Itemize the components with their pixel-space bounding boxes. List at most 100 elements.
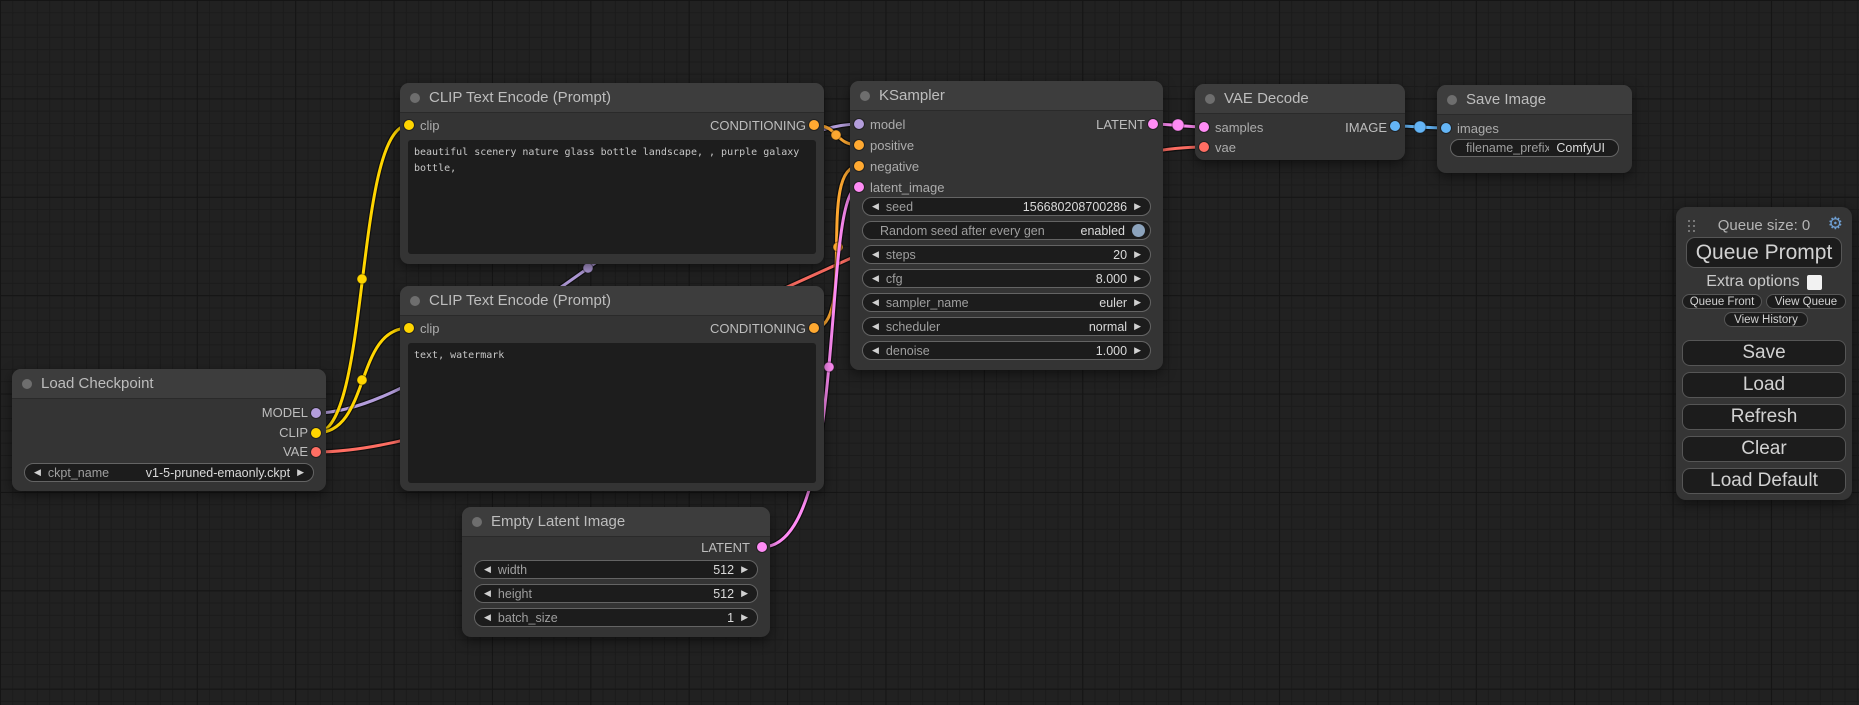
input-port-clip[interactable] — [404, 323, 414, 333]
link-clip-to-negative-prompt[interactable] — [316, 328, 409, 433]
decrement-arrow-icon[interactable]: ◀ — [872, 322, 879, 331]
node-title-bar[interactable]: Load Checkpoint — [12, 369, 326, 399]
output-port-image[interactable] — [1390, 121, 1400, 131]
decrement-arrow-icon[interactable]: ◀ — [872, 250, 879, 259]
output-port-model[interactable] — [311, 408, 321, 418]
decrement-arrow-icon[interactable]: ◀ — [484, 613, 491, 622]
queue-front-button[interactable]: Queue Front — [1682, 294, 1762, 309]
input-port-vae[interactable] — [1199, 142, 1209, 152]
input-port-samples[interactable] — [1199, 122, 1209, 132]
node-vae-decode[interactable]: VAE Decode samples vae IMAGE — [1195, 84, 1405, 160]
link-midpoint-dot[interactable] — [357, 274, 367, 284]
output-port-vae[interactable] — [311, 447, 321, 457]
output-port-latent[interactable] — [1148, 119, 1158, 129]
widget-width[interactable]: ◀ width 512 ▶ — [474, 560, 758, 579]
increment-arrow-icon[interactable]: ▶ — [1134, 202, 1141, 211]
output-label-conditioning: CONDITIONING — [710, 118, 806, 133]
output-port-clip[interactable] — [311, 428, 321, 438]
decrement-arrow-icon[interactable]: ◀ — [872, 202, 879, 211]
increment-arrow-icon[interactable]: ▶ — [1134, 274, 1141, 283]
input-label-negative: negative — [870, 159, 919, 174]
prompt-text-input[interactable]: beautiful scenery nature glass bottle la… — [408, 140, 816, 254]
link-midpoint-dot[interactable] — [831, 130, 841, 140]
collapse-dot-icon[interactable] — [410, 93, 420, 103]
input-port-latent-image[interactable] — [854, 182, 864, 192]
node-title-bar[interactable]: CLIP Text Encode (Prompt) — [400, 83, 824, 113]
output-port-latent[interactable] — [757, 542, 767, 552]
link-midpoint-dot[interactable] — [583, 263, 593, 273]
link-midpoint-dot[interactable] — [1172, 119, 1184, 131]
queue-menu-panel[interactable]: Queue size: 0 ⚙ Queue Prompt Extra optio… — [1676, 207, 1852, 500]
increment-arrow-icon[interactable]: ▶ — [1134, 250, 1141, 259]
node-title-bar[interactable]: Save Image — [1437, 85, 1632, 115]
collapse-dot-icon[interactable] — [410, 296, 420, 306]
node-title-bar[interactable]: CLIP Text Encode (Prompt) — [400, 286, 824, 316]
node-title-bar[interactable]: Empty Latent Image — [462, 507, 770, 537]
decrement-arrow-icon[interactable]: ◀ — [484, 565, 491, 574]
increment-arrow-icon[interactable]: ▶ — [741, 565, 748, 574]
widget-random-seed-toggle[interactable]: Random seed after every gen enabled — [862, 221, 1151, 240]
input-port-images[interactable] — [1441, 123, 1451, 133]
node-title-bar[interactable]: KSampler — [850, 81, 1163, 111]
prompt-text-input[interactable]: text, watermark — [408, 343, 816, 483]
widget-label: height — [498, 587, 532, 601]
widget-height[interactable]: ◀ height 512 ▶ — [474, 584, 758, 603]
output-label-image: IMAGE — [1345, 120, 1387, 135]
decrement-arrow-icon[interactable]: ◀ — [872, 346, 879, 355]
decrement-arrow-icon[interactable]: ◀ — [34, 468, 41, 477]
node-clip-text-encode-negative[interactable]: CLIP Text Encode (Prompt) clip CONDITION… — [400, 286, 824, 491]
collapse-dot-icon[interactable] — [860, 91, 870, 101]
collapse-dot-icon[interactable] — [1447, 95, 1457, 105]
widget-steps[interactable]: ◀ steps 20 ▶ — [862, 245, 1151, 264]
decrement-arrow-icon[interactable]: ◀ — [484, 589, 491, 598]
input-port-positive[interactable] — [854, 140, 864, 150]
collapse-dot-icon[interactable] — [1205, 94, 1215, 104]
link-midpoint-dot[interactable] — [824, 362, 834, 372]
increment-arrow-icon[interactable]: ▶ — [1134, 298, 1141, 307]
widget-ckpt-name[interactable]: ◀ ckpt_name v1-5-pruned-emaonly.ckpt ▶ — [24, 463, 314, 482]
input-port-negative[interactable] — [854, 161, 864, 171]
decrement-arrow-icon[interactable]: ◀ — [872, 298, 879, 307]
widget-denoise[interactable]: ◀ denoise 1.000 ▶ — [862, 341, 1151, 360]
load-button[interactable]: Load — [1682, 372, 1846, 398]
toggle-enabled-icon[interactable] — [1132, 224, 1145, 237]
node-title-bar[interactable]: VAE Decode — [1195, 84, 1405, 114]
increment-arrow-icon[interactable]: ▶ — [1134, 322, 1141, 331]
input-port-clip[interactable] — [404, 120, 414, 130]
queue-prompt-button[interactable]: Queue Prompt — [1686, 237, 1842, 268]
widget-scheduler[interactable]: ◀ scheduler normal ▶ — [862, 317, 1151, 336]
increment-arrow-icon[interactable]: ▶ — [1134, 346, 1141, 355]
output-label-clip: CLIP — [279, 425, 308, 440]
output-port-conditioning[interactable] — [809, 120, 819, 130]
node-clip-text-encode-positive[interactable]: CLIP Text Encode (Prompt) clip CONDITION… — [400, 83, 824, 264]
collapse-dot-icon[interactable] — [472, 517, 482, 527]
output-port-conditioning[interactable] — [809, 323, 819, 333]
load-default-button[interactable]: Load Default — [1682, 468, 1846, 494]
node-ksampler[interactable]: KSampler model positive negative latent_… — [850, 81, 1163, 370]
widget-filename-prefix[interactable]: filename_prefix ComfyUI — [1450, 139, 1619, 157]
decrement-arrow-icon[interactable]: ◀ — [872, 274, 879, 283]
view-queue-button[interactable]: View Queue — [1766, 294, 1846, 309]
widget-batch-size[interactable]: ◀ batch_size 1 ▶ — [474, 608, 758, 627]
collapse-dot-icon[interactable] — [22, 379, 32, 389]
extra-options-checkbox[interactable] — [1807, 275, 1822, 290]
save-button[interactable]: Save — [1682, 340, 1846, 366]
link-midpoint-dot[interactable] — [1414, 121, 1426, 133]
graph-canvas[interactable]: Load Checkpoint MODEL CLIP VAE ◀ ckpt_na… — [0, 0, 1859, 705]
input-port-model[interactable] — [854, 119, 864, 129]
widget-seed[interactable]: ◀ seed 156680208700286 ▶ — [862, 197, 1151, 216]
widget-value: v1-5-pruned-emaonly.ckpt — [146, 466, 290, 480]
node-load-checkpoint[interactable]: Load Checkpoint MODEL CLIP VAE ◀ ckpt_na… — [12, 369, 326, 491]
node-empty-latent-image[interactable]: Empty Latent Image LATENT ◀ width 512 ▶ … — [462, 507, 770, 637]
node-save-image[interactable]: Save Image images filename_prefix ComfyU… — [1437, 85, 1632, 173]
increment-arrow-icon[interactable]: ▶ — [297, 468, 304, 477]
refresh-button[interactable]: Refresh — [1682, 404, 1846, 430]
link-midpoint-dot[interactable] — [357, 375, 367, 385]
widget-cfg[interactable]: ◀ cfg 8.000 ▶ — [862, 269, 1151, 288]
clear-button[interactable]: Clear — [1682, 436, 1846, 462]
increment-arrow-icon[interactable]: ▶ — [741, 613, 748, 622]
widget-sampler-name[interactable]: ◀ sampler_name euler ▶ — [862, 293, 1151, 312]
settings-gear-icon[interactable]: ⚙ — [1828, 215, 1843, 232]
increment-arrow-icon[interactable]: ▶ — [741, 589, 748, 598]
view-history-button[interactable]: View History — [1724, 312, 1808, 327]
